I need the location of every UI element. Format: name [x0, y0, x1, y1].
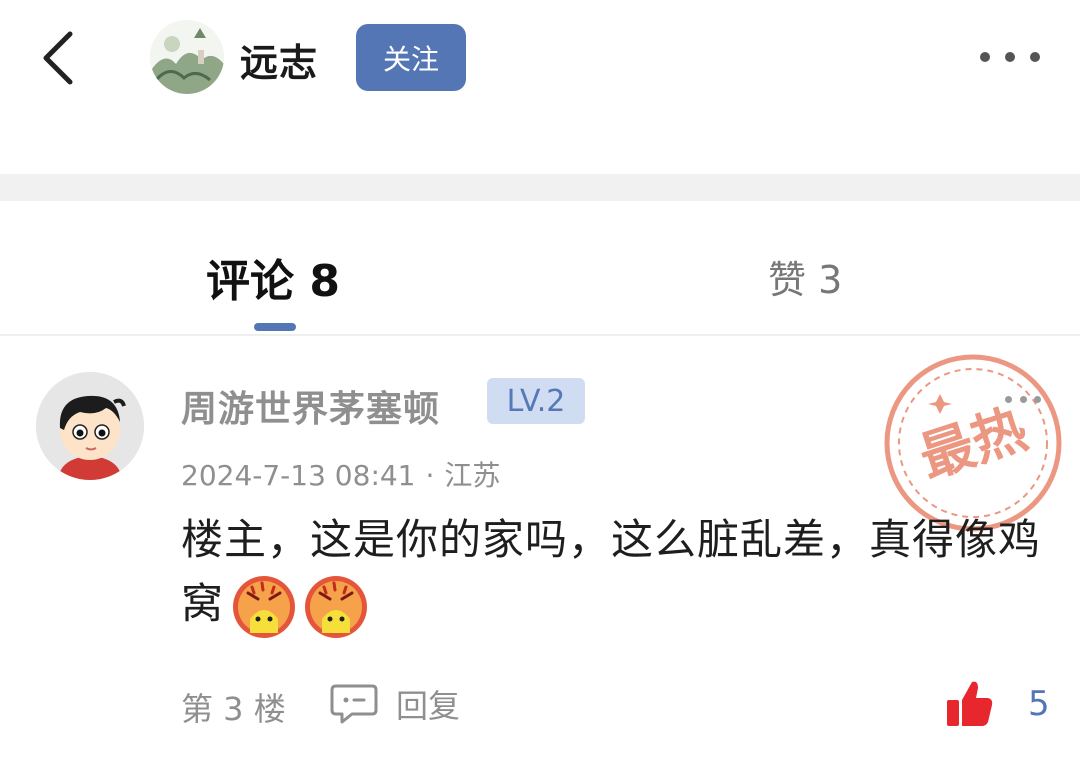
- angry-pikachu-emoji: [305, 575, 368, 638]
- poster-avatar[interactable]: [150, 20, 224, 94]
- tab-likes[interactable]: 赞 3: [768, 249, 842, 304]
- comment-more-button[interactable]: [1005, 396, 1041, 410]
- cartoon-boy-avatar-icon: [36, 372, 144, 480]
- floor-number: 第 3 楼: [181, 690, 286, 728]
- back-button[interactable]: [36, 28, 84, 88]
- landscape-painting-icon: [150, 20, 224, 94]
- more-options-button[interactable]: [980, 42, 1040, 72]
- commenter-username[interactable]: 周游世界茅塞顿: [181, 380, 440, 432]
- comment-meta: 2024-7-13 08:41 · 江苏: [181, 454, 500, 494]
- dot-icon: [1005, 396, 1012, 403]
- comment-bubble-icon: [330, 684, 378, 724]
- poster-name[interactable]: 远志: [240, 32, 318, 87]
- reply-button[interactable]: 回复: [330, 681, 460, 727]
- thumbs-up-icon: [947, 681, 993, 726]
- tab-bar: 评论 8 赞 3: [0, 201, 1080, 336]
- hot-badge-text: 最热: [912, 397, 1034, 490]
- top-bar: 远志 关注: [0, 0, 1080, 120]
- comment-item: 周游世界茅塞顿 LV.2 2024-7-13 08:41 · 江苏 最热 楼主，这是…: [0, 336, 1080, 782]
- dot-icon: [1005, 52, 1015, 62]
- follow-button[interactable]: 关注: [356, 24, 466, 91]
- comment-body: 楼主，这是你的家吗，这么脏乱差，真得像鸡窝: [181, 508, 1051, 639]
- comment-date: 2024-7-13 08:41: [181, 459, 416, 492]
- active-tab-indicator: [254, 323, 296, 331]
- level-badge: LV.2: [487, 378, 585, 424]
- angry-pikachu-emoji: [233, 575, 296, 638]
- dot-icon: [980, 52, 990, 62]
- comment-location: 江苏: [444, 459, 501, 492]
- section-divider: [0, 174, 1080, 201]
- like-count: 5: [1028, 684, 1050, 724]
- chevron-left-icon: [43, 31, 73, 85]
- like-button[interactable]: 5: [944, 676, 1050, 732]
- commenter-avatar[interactable]: [36, 372, 144, 480]
- tab-comments[interactable]: 评论 8: [206, 245, 340, 309]
- reply-label: 回复: [396, 687, 461, 725]
- dot-icon: [1019, 396, 1027, 403]
- meta-separator: ·: [425, 459, 435, 492]
- dot-icon: [1034, 396, 1041, 403]
- dot-icon: [1030, 52, 1040, 62]
